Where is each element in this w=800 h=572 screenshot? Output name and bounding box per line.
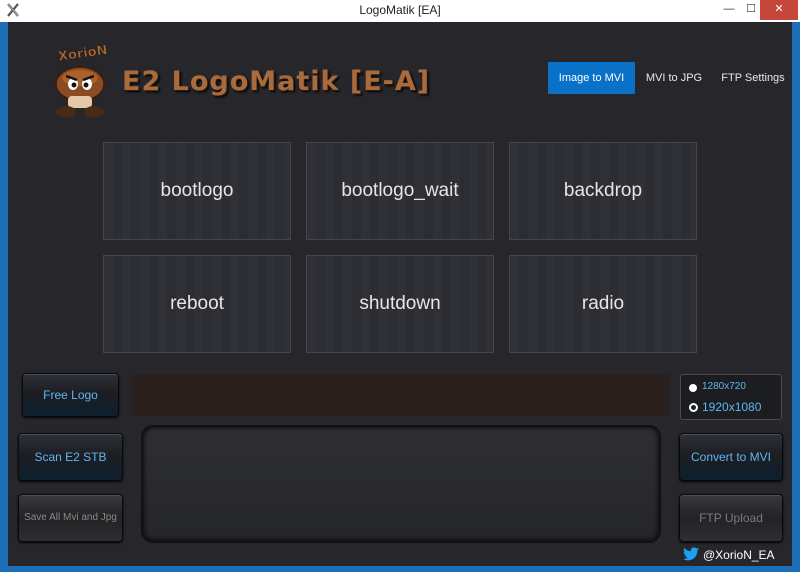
twitter-handle: @XorioN_EA [703, 548, 775, 562]
app-client-area: XorioN E2 LogoMatik [E-A] Image to MVI M… [8, 22, 792, 566]
resolution-selector: 1280x720 1920x1080 [680, 374, 782, 420]
radio-unselected-icon [689, 384, 697, 392]
close-button[interactable]: ✕ [760, 0, 798, 20]
tile-radio[interactable]: radio [509, 255, 697, 353]
save-all-button[interactable]: Save All Mvi and Jpg [18, 494, 123, 542]
window-titlebar: LogoMatik [EA] — ☐ ✕ [0, 0, 800, 23]
tab-mvi-to-jpg[interactable]: MVI to JPG [638, 62, 710, 94]
tile-reboot[interactable]: reboot [103, 255, 291, 353]
twitter-bird-icon [683, 547, 699, 561]
radio-1920x1080-label: 1920x1080 [702, 400, 762, 414]
tile-bootlogo-wait[interactable]: bootlogo_wait [306, 142, 494, 240]
tile-bootlogo[interactable]: bootlogo [103, 142, 291, 240]
mascot-logo-text: XorioN [57, 43, 108, 65]
ftp-upload-button[interactable]: FTP Upload [679, 494, 783, 542]
scan-e2-stb-button[interactable]: Scan E2 STB [18, 433, 123, 481]
free-logo-button[interactable]: Free Logo [22, 373, 119, 417]
tile-backdrop[interactable]: backdrop [509, 142, 697, 240]
convert-to-mvi-button[interactable]: Convert to MVI [679, 433, 783, 481]
radio-1920x1080[interactable]: 1920x1080 [689, 400, 779, 416]
image-preview-area[interactable] [141, 425, 661, 543]
radio-1280x720-label: 1280x720 [702, 381, 746, 392]
mascot-logo-icon: XorioN [55, 43, 109, 118]
status-bar [132, 374, 669, 416]
app-title: E2 LogoMatik [E-A] [122, 66, 431, 97]
radio-1280x720[interactable]: 1280x720 [689, 381, 779, 395]
radio-selected-icon [689, 403, 698, 412]
tab-ftp-settings[interactable]: FTP Settings [714, 62, 792, 94]
window-title: LogoMatik [EA] [359, 3, 441, 17]
tab-image-to-mvi[interactable]: Image to MVI [548, 62, 635, 94]
tile-shutdown[interactable]: shutdown [306, 255, 494, 353]
